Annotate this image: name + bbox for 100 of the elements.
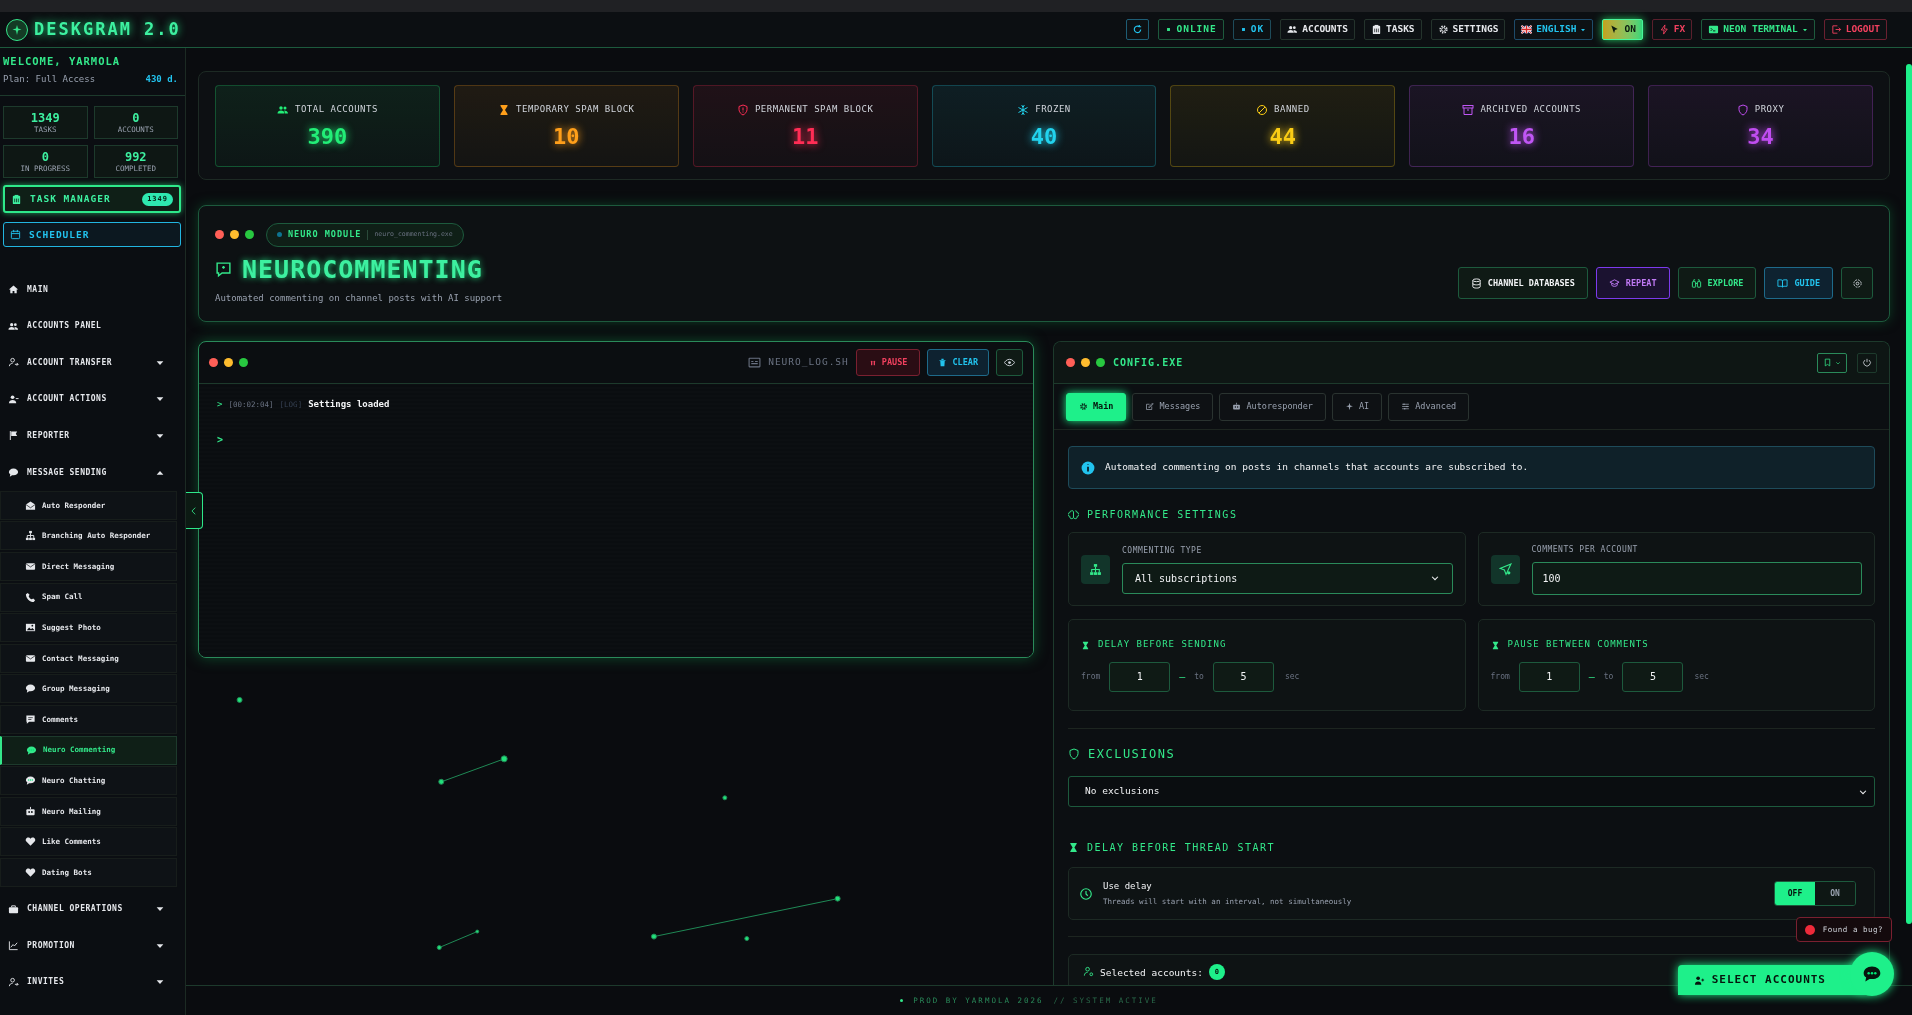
online-status[interactable]: ONLINE <box>1158 19 1224 40</box>
log-title: NEURO_LOG.SH <box>768 355 849 370</box>
settings-button[interactable] <box>1841 267 1873 299</box>
range-label: to <box>1194 670 1204 683</box>
pause-button[interactable]: PAUSE <box>855 349 921 376</box>
nav-item[interactable]: PROMOTION <box>0 927 185 965</box>
envelope-icon <box>25 561 36 572</box>
info-icon <box>1081 460 1095 475</box>
stat-value: 16 <box>1508 126 1535 149</box>
ban-icon <box>1256 103 1269 116</box>
unit-label: sec <box>1284 670 1300 683</box>
bolt-icon <box>1658 24 1670 35</box>
number-field[interactable]: 1 <box>1109 661 1171 692</box>
caret-icon <box>1580 26 1587 33</box>
number-field[interactable]: 5 <box>1622 661 1684 692</box>
hourglass-icon <box>1068 842 1079 853</box>
stat-value: 0 <box>132 112 140 124</box>
scrollbar[interactable] <box>1906 64 1912 924</box>
reset-button[interactable] <box>1857 352 1877 373</box>
config-tab[interactable]: Messages <box>1132 392 1214 421</box>
guide-button[interactable]: GUIDE <box>1764 267 1833 299</box>
number-field[interactable]: 1 <box>1518 661 1580 692</box>
clipboard-icon <box>1371 24 1382 35</box>
toggle-option[interactable]: ON <box>1815 882 1855 905</box>
theme-dropdown[interactable]: NEON TERMINAL <box>1701 19 1815 40</box>
settings-button[interactable]: SETTINGS <box>1430 19 1506 40</box>
page-subtitle: Automated commenting on channel posts with AI support <box>215 291 503 305</box>
range-label: to <box>1603 670 1614 683</box>
repeat-button[interactable]: REPEAT <box>1595 267 1670 299</box>
user-arrow-icon <box>8 357 19 369</box>
chart-icon <box>8 940 19 952</box>
logo-icon <box>6 18 28 41</box>
users-icon <box>1287 24 1299 35</box>
config-tab[interactable]: Main <box>1066 392 1127 421</box>
badge-label: NEURO MODULE <box>288 228 362 241</box>
send-icon <box>1490 554 1520 584</box>
comments-per-account-field[interactable]: 100 <box>1531 561 1862 595</box>
scheduler-button[interactable]: SCHEDULER <box>3 222 181 248</box>
range-dash: — <box>1588 670 1595 685</box>
sparkle-icon <box>1344 402 1354 411</box>
language-dropdown[interactable]: ENGLISH <box>1514 19 1594 40</box>
config-tab[interactable]: Autoresponder <box>1219 392 1326 421</box>
exclusions-select[interactable]: No exclusions <box>1068 776 1875 807</box>
commenting-type-select[interactable]: All subscriptions <box>1122 562 1453 594</box>
settings-icon <box>1851 277 1863 289</box>
eye-icon <box>1004 357 1015 368</box>
stat-value: 0 <box>41 151 49 163</box>
prompt-sign: > <box>217 433 224 445</box>
chat-icon <box>25 775 36 787</box>
brain-icon <box>1068 508 1079 520</box>
stat-label: PERMANENT SPAM BLOCK <box>754 102 874 116</box>
calendar-icon <box>10 229 21 241</box>
explore-button[interactable]: EXPLORE <box>1677 267 1757 299</box>
collapse-sidebar-button[interactable] <box>186 492 203 529</box>
refresh-icon <box>1132 24 1144 35</box>
book-icon <box>1777 277 1789 289</box>
config-tab[interactable]: AI <box>1331 392 1383 421</box>
preset-button[interactable] <box>1817 352 1847 373</box>
settings-icon <box>1437 24 1449 35</box>
heart-icon <box>25 836 36 848</box>
users-icon <box>8 320 19 332</box>
stat-label: BANNED <box>1274 102 1310 116</box>
flag-icon <box>1521 24 1533 35</box>
clear-button[interactable]: CLEAR <box>927 349 989 376</box>
fx-toggle[interactable]: FX <box>1651 19 1693 40</box>
nav-item[interactable]: ACCOUNT TRANSFER <box>0 344 185 382</box>
nav-item[interactable]: ACCOUNTS PANEL <box>0 307 185 345</box>
visibility-button[interactable] <box>996 349 1023 376</box>
config-tab[interactable]: Advanced <box>1388 392 1470 421</box>
nav-item[interactable]: INVITES <box>0 964 185 1001</box>
logout-button[interactable]: LOGOUT <box>1823 19 1887 40</box>
ok-status[interactable]: OK <box>1232 19 1272 40</box>
select-accounts-button[interactable]: SELECT ACCOUNTS <box>1677 965 1866 995</box>
nav-item[interactable]: CHANNEL OPERATIONS <box>0 890 185 928</box>
envelope-icon <box>25 652 36 664</box>
info-text: Automated commenting on posts in channels that accounts are subscribed to. <box>1105 460 1529 475</box>
prompt-sign: > <box>217 398 223 411</box>
nav-item[interactable]: ACCOUNT ACTIONS <box>0 381 185 418</box>
user-minus-icon <box>8 393 19 405</box>
nav-item[interactable]: REPORTER <box>0 417 185 455</box>
accounts-button[interactable]: ACCOUNTS <box>1280 19 1355 40</box>
shield-alert-icon <box>736 103 749 116</box>
field-label: COMMENTS PER ACCOUNT <box>1531 543 1639 556</box>
shield-icon <box>1068 748 1080 760</box>
days-left: 430 d. <box>145 72 178 86</box>
refresh-button[interactable] <box>1126 19 1150 40</box>
nav-item[interactable]: MESSAGE SENDING <box>0 454 185 491</box>
nav-item[interactable]: MAIN <box>0 271 185 308</box>
stat-label: TEMPORARY SPAM BLOCK <box>516 102 635 116</box>
option-label: Use delay <box>1103 879 1153 893</box>
databases-button[interactable]: CHANNEL DATABASES <box>1457 267 1588 299</box>
power-toggle[interactable]: ON <box>1602 19 1643 40</box>
toggle-option[interactable]: OFF <box>1775 882 1815 905</box>
number-field[interactable]: 5 <box>1212 661 1274 692</box>
sitemap-icon <box>25 530 36 542</box>
tasks-button[interactable]: TASKS <box>1364 19 1422 40</box>
phone-icon <box>25 591 36 603</box>
chat-icon <box>215 260 232 278</box>
robot-icon <box>1232 402 1242 411</box>
app-title: DESKGRAM 2.0 <box>34 17 181 41</box>
